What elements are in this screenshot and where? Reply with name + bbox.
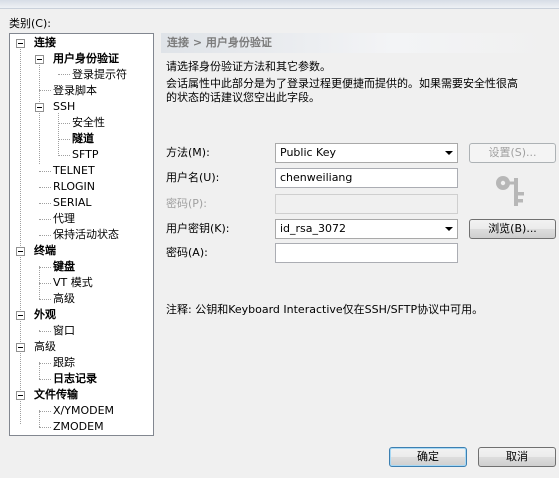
collapse-icon[interactable] xyxy=(16,247,25,256)
collapse-icon[interactable] xyxy=(16,39,25,48)
passphrase-input[interactable] xyxy=(275,243,458,263)
username-input[interactable]: chenweiliang xyxy=(275,168,458,188)
collapse-icon[interactable] xyxy=(35,55,44,64)
tree-item-appearance[interactable]: 外观 xyxy=(34,308,56,322)
tree-item-keyboard[interactable]: 键盘 xyxy=(53,260,75,274)
user-key-select-value: id_rsa_3072 xyxy=(280,222,347,235)
tree-item-ssh[interactable]: SSH xyxy=(53,100,75,114)
method-select[interactable]: Public Key xyxy=(275,143,458,163)
tree-item-advanced[interactable]: 高级 xyxy=(34,340,56,354)
tree-item-window[interactable]: 窗口 xyxy=(53,324,75,338)
tree-item-sftp[interactable]: SFTP xyxy=(72,148,98,162)
collapse-icon[interactable] xyxy=(16,391,25,400)
chevron-down-icon xyxy=(445,151,453,155)
method-label: 方法(M): xyxy=(166,146,210,159)
tree-item-xymodem[interactable]: X/YMODEM xyxy=(53,404,114,418)
tree-line xyxy=(39,411,51,412)
tree-line xyxy=(58,155,70,156)
tree-item-telnet[interactable]: TELNET xyxy=(53,164,95,178)
tree-item-terminal-advanced[interactable]: 高级 xyxy=(53,292,75,306)
tree-item-login-scripts[interactable]: 登录脚本 xyxy=(53,84,97,98)
tree-line xyxy=(58,123,70,124)
key-icon xyxy=(496,176,524,206)
description-line: 会话属性中此部分是为了登录过程更便捷而提供的。如果需要安全性很高 xyxy=(166,77,518,90)
tree-line xyxy=(39,410,40,427)
description-line: 请选择身份验证方法和其它参数。 xyxy=(166,60,331,73)
tree-line xyxy=(39,235,51,236)
method-select-value: Public Key xyxy=(280,146,336,159)
tree-line xyxy=(39,219,51,220)
tree-item-connection[interactable]: 连接 xyxy=(34,36,56,50)
settings-button[interactable]: 设置(S)... xyxy=(469,143,556,163)
tree-item-terminal[interactable]: 终端 xyxy=(34,244,56,258)
tree-line xyxy=(39,427,51,428)
chevron-down-icon xyxy=(445,227,453,231)
tree-line xyxy=(58,74,70,75)
tree-item-vt-modes[interactable]: VT 模式 xyxy=(53,276,93,290)
password-input[interactable] xyxy=(275,194,458,214)
collapse-icon[interactable] xyxy=(35,103,44,112)
passphrase-label: 密码(A): xyxy=(166,246,208,259)
user-key-label: 用户密钥(K): xyxy=(166,222,230,235)
tree-line xyxy=(20,49,21,424)
tree-line xyxy=(39,267,51,268)
tree-line xyxy=(39,362,40,379)
tree-line xyxy=(58,113,59,156)
tree-item-login-prompts[interactable]: 登录提示符 xyxy=(72,68,127,82)
section-header: 连接 > 用户身份验证 xyxy=(161,33,550,53)
tree-line xyxy=(58,139,70,140)
category-tree[interactable]: 连接 用户身份验证 登录提示符 登录脚本 SSH 安全性 隧道 SFTP TEL… xyxy=(9,33,154,436)
user-key-select[interactable]: id_rsa_3072 xyxy=(275,219,458,239)
tree-line xyxy=(39,299,51,300)
tree-item-user-auth[interactable]: 用户身份验证 xyxy=(53,52,119,66)
tree-line xyxy=(39,331,51,332)
category-label: 类别(C): xyxy=(9,17,51,30)
tree-item-proxy[interactable]: 代理 xyxy=(53,212,75,226)
description: 请选择身份验证方法和其它参数。 会话属性中此部分是为了登录过程更便捷而提供的。如… xyxy=(166,60,554,105)
tree-line xyxy=(39,363,51,364)
tree-item-logging[interactable]: 日志记录 xyxy=(53,372,97,386)
tree-line xyxy=(39,171,51,172)
tree-line xyxy=(39,90,51,91)
cancel-button[interactable]: 取消 xyxy=(478,447,556,467)
password-label: 密码(P): xyxy=(166,197,207,210)
tree-item-file-transfer[interactable]: 文件传输 xyxy=(34,388,78,402)
tree-line xyxy=(39,283,51,284)
collapse-icon[interactable] xyxy=(16,311,25,320)
tree-line xyxy=(39,187,51,188)
collapse-icon[interactable] xyxy=(16,343,25,352)
tree-line xyxy=(39,63,40,164)
tree-item-trace[interactable]: 跟踪 xyxy=(53,356,75,370)
tree-item-keep-alive[interactable]: 保持活动状态 xyxy=(53,228,119,242)
tree-item-serial[interactable]: SERIAL xyxy=(53,196,91,210)
note-text: 注释: 公钥和Keyboard Interactive仅在SSH/SFTP协议中… xyxy=(166,303,484,316)
username-label: 用户名(U): xyxy=(166,171,220,184)
ok-button[interactable]: 确定 xyxy=(389,447,467,467)
tree-line xyxy=(39,379,51,380)
tree-item-tunneling[interactable]: 隧道 xyxy=(72,132,94,146)
dialog-top-strip xyxy=(0,0,559,9)
description-line: 的状态的话建议您空出此字段。 xyxy=(166,91,320,104)
tree-line xyxy=(39,203,51,204)
tree-item-security[interactable]: 安全性 xyxy=(72,116,105,130)
tree-item-zmodem[interactable]: ZMODEM xyxy=(53,420,104,434)
tree-item-rlogin[interactable]: RLOGIN xyxy=(53,180,95,194)
browse-button[interactable]: 浏览(B)... xyxy=(469,219,556,239)
